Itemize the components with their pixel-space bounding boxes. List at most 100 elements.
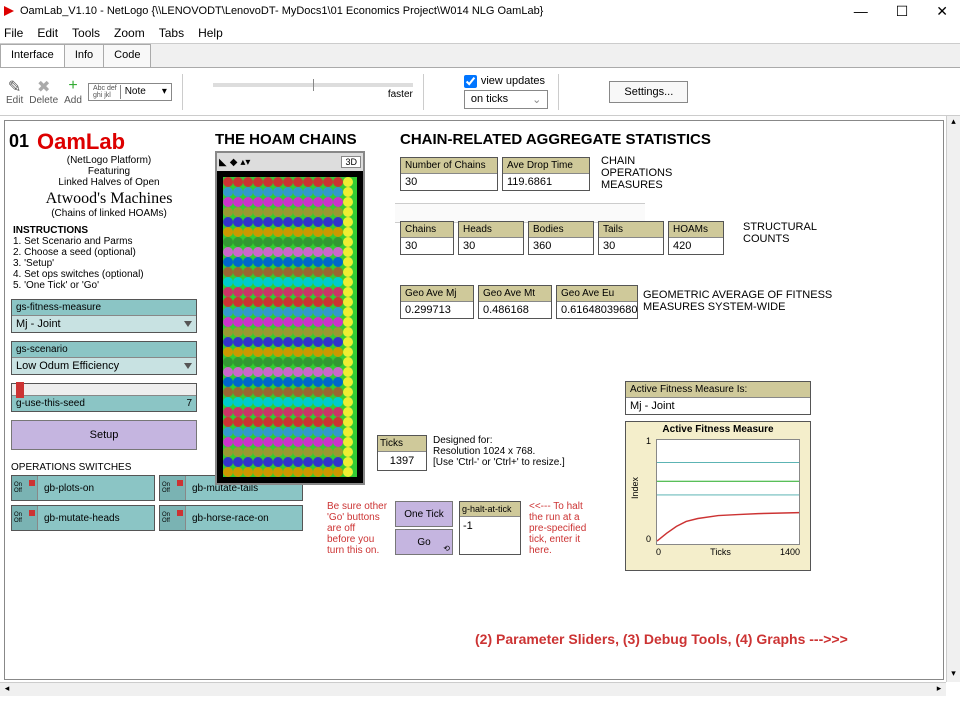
menu-tools[interactable]: Tools — [72, 26, 100, 40]
view-updates-label: view updates — [481, 75, 545, 87]
monitor: Geo Ave Mt0.486168 — [478, 285, 552, 319]
chevron-down-icon: ⌄ — [532, 93, 541, 106]
chooser-value: Low Odum Efficiency — [16, 360, 119, 372]
chooser-value: Mj - Joint — [16, 318, 61, 330]
halt-note-right: <<--- To haltthe run at apre-specifiedti… — [529, 501, 586, 556]
update-mode-selector[interactable]: on ticks ⌄ — [464, 90, 549, 109]
separator — [182, 74, 183, 110]
chevron-down-icon — [184, 321, 192, 327]
monitor: HOAMs420 — [668, 221, 724, 255]
menu-tabs[interactable]: Tabs — [159, 26, 184, 40]
chooser-label: gs-scenario — [12, 342, 196, 357]
menu-edit[interactable]: Edit — [37, 26, 58, 40]
stats-group-ops: Number of Chains30Ave Drop Time119.6861 — [400, 157, 590, 191]
design-note: Designed for: Resolution 1024 x 768. [Us… — [433, 435, 565, 468]
stats-geo-side1: GEOMETRIC AVERAGE OF FITNESS — [643, 289, 832, 301]
scroll-right-icon[interactable]: ▸ — [932, 683, 946, 696]
scroll-up-icon[interactable]: ▴ — [947, 116, 960, 130]
app-logo-icon — [4, 6, 14, 16]
window-title: OamLab_V1.10 - NetLogo {\\LENOVODT\Lenov… — [20, 5, 854, 17]
horizontal-scrollbar[interactable]: ◂ ▸ — [0, 682, 946, 696]
hoam-chains-heading: THE HOAM CHAINS — [215, 131, 357, 148]
pencil-icon: ✎ — [8, 77, 21, 95]
monitor: Geo Ave Mj0.299713 — [400, 285, 474, 319]
one-tick-button[interactable]: One Tick — [395, 501, 453, 527]
monitor: Number of Chains30 — [400, 157, 498, 191]
stats-group-geo: Geo Ave Mj0.299713Geo Ave Mt0.486168Geo … — [400, 285, 638, 319]
stats-group-struct: Chains30Heads30Bodies360Tails30HOAMs420 — [400, 221, 724, 255]
go-button[interactable]: Go⟲ — [395, 529, 453, 555]
stats-struct-side2: COUNTS — [743, 233, 817, 245]
instruction-4: 4. Set ops switches (optional) — [13, 269, 207, 280]
plus-icon: + — [68, 77, 77, 95]
separator — [423, 74, 424, 110]
speed-slider[interactable] — [213, 83, 413, 87]
stats-ops-side3: MEASURES — [601, 179, 672, 191]
fitness-measure-chooser[interactable]: gs-fitness-measure Mj - Joint — [11, 299, 197, 333]
occlusion-strip — [395, 203, 645, 223]
instruction-1: 1. Set Scenario and Parms — [13, 236, 207, 247]
settings-button[interactable]: Settings... — [609, 81, 688, 103]
atwood-title: Atwood's Machines — [11, 190, 207, 208]
instruction-2: 2. Choose a seed (optional) — [13, 247, 207, 258]
go-note-left: Be sure other'Go' buttonsare offbefore y… — [327, 501, 387, 556]
model-title: OamLab — [37, 129, 207, 155]
world-canvas[interactable] — [223, 177, 357, 477]
slider-value: 7 — [186, 398, 192, 409]
stats-struct-side1: STRUCTURAL — [743, 221, 817, 233]
stats-ops-side2: OPERATIONS — [601, 167, 672, 179]
scroll-down-icon[interactable]: ▾ — [947, 668, 960, 682]
seed-slider[interactable]: g-use-this-seed7 — [11, 383, 197, 412]
ticks-monitor: Ticks 1397 — [377, 435, 427, 471]
tool-icon-2[interactable]: ◆ — [230, 157, 238, 168]
ops-switches-heading: OPERATIONS SWITCHES — [11, 462, 207, 473]
switch-mutate-heads[interactable]: OnOff gb-mutate-heads — [11, 505, 155, 531]
platform-label: (NetLogo Platform) — [11, 155, 207, 166]
3d-button[interactable]: 3D — [341, 156, 361, 168]
forever-icon: ⟲ — [443, 544, 450, 553]
tab-interface[interactable]: Interface — [0, 44, 65, 67]
toolbar-add[interactable]: + Add — [64, 77, 82, 106]
switch-plots-on[interactable]: OnOff gb-plots-on — [11, 475, 155, 501]
speed-label: faster — [388, 89, 413, 100]
chevron-down-icon — [184, 363, 192, 369]
stats-ops-side1: CHAIN — [601, 155, 672, 167]
monitor: Ave Drop Time119.6861 — [502, 157, 590, 191]
active-fitness-monitor: Active Fitness Measure Is: Mj - Joint — [625, 381, 811, 415]
tool-icon-3[interactable]: ▴▾ — [240, 157, 250, 168]
stats-geo-side2: MEASURES SYSTEM-WIDE — [643, 301, 832, 313]
monitor: Bodies360 — [528, 221, 594, 255]
chooser-label: gs-fitness-measure — [12, 300, 196, 315]
toolbar-edit[interactable]: ✎ Edit — [6, 77, 23, 106]
featuring-label: Featuring — [11, 166, 207, 177]
tab-code[interactable]: Code — [103, 44, 151, 67]
halt-at-tick-input[interactable]: g-halt-at-tick -1 — [459, 501, 521, 555]
chevron-down-icon: ▾ — [162, 86, 167, 97]
switch-horse-race-on[interactable]: OnOff gb-horse-race-on — [159, 505, 303, 531]
menu-file[interactable]: File — [4, 26, 23, 40]
view-updates-checkbox[interactable] — [464, 75, 477, 88]
tab-info[interactable]: Info — [64, 44, 104, 67]
tool-icon-1[interactable]: ◣ — [219, 157, 227, 168]
instructions-heading: INSTRUCTIONS — [13, 225, 207, 236]
menu-zoom[interactable]: Zoom — [114, 26, 145, 40]
plot-svg — [657, 440, 799, 544]
scenario-chooser[interactable]: gs-scenario Low Odum Efficiency — [11, 341, 197, 375]
vertical-scrollbar[interactable]: ▴ ▾ — [946, 116, 960, 682]
maximize-icon[interactable]: ☐ — [896, 3, 909, 20]
toolbar-delete[interactable]: ✖ Delete — [29, 77, 58, 106]
monitor: Chains30 — [400, 221, 454, 255]
scroll-left-icon[interactable]: ◂ — [0, 683, 14, 696]
nav-hint: (2) Parameter Sliders, (3) Debug Tools, … — [475, 631, 848, 647]
chains-subtitle: (Chains of linked HOAMs) — [11, 208, 207, 219]
monitor: Heads30 — [458, 221, 524, 255]
slider-thumb[interactable] — [16, 382, 24, 398]
instruction-5: 5. 'One Tick' or 'Go' — [13, 280, 207, 291]
menu-bar: File Edit Tools Zoom Tabs Help — [0, 22, 960, 44]
element-type-selector[interactable]: Abc defghi jkl Note ▾ — [88, 83, 172, 101]
setup-button[interactable]: Setup — [11, 420, 197, 450]
menu-help[interactable]: Help — [198, 26, 223, 40]
world-view[interactable]: ◣ ◆ ▴▾ 3D — [215, 151, 365, 485]
minimize-icon[interactable]: — — [854, 3, 868, 19]
close-icon[interactable]: ✕ — [936, 3, 948, 20]
